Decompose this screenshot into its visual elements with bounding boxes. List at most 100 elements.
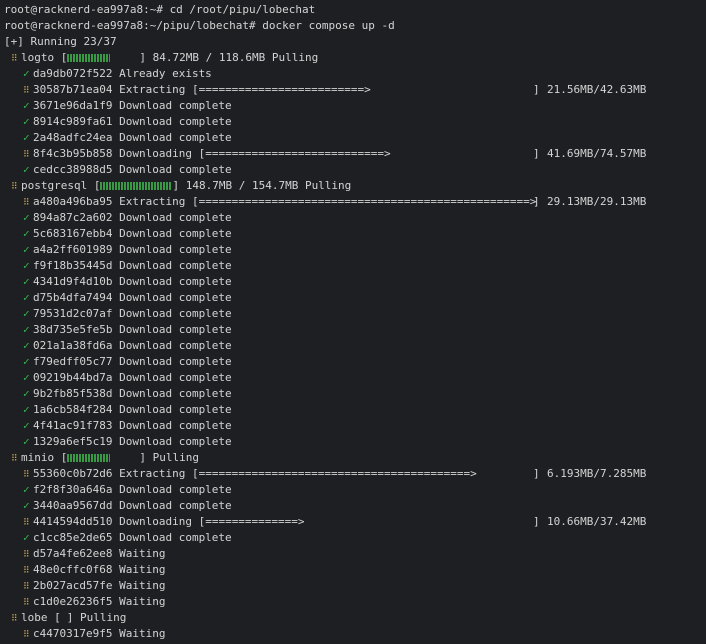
bar-end: ] bbox=[533, 83, 540, 96]
image-row: ⠿ lobe [] Pulling bbox=[4, 610, 706, 626]
layer-state: Download complete bbox=[119, 211, 232, 224]
layer-id: 48e0cffc0f68 bbox=[33, 563, 120, 576]
check-icon: ✓ bbox=[23, 275, 30, 288]
check-icon: ✓ bbox=[23, 339, 30, 352]
layer-row: ✓ cedcc38988d5 Download complete bbox=[4, 162, 706, 178]
layer-state: Download complete bbox=[119, 99, 232, 112]
layer-row: ⠿ c1d0e26236f5 Waiting bbox=[4, 594, 706, 610]
layer-state: Download complete bbox=[119, 259, 232, 272]
layer-id: da9db072f522 bbox=[33, 67, 120, 80]
layer-row: ✓ f9f18b35445d Download complete bbox=[4, 258, 706, 274]
layer-row: ✓ f2f8f30a646a Download complete bbox=[4, 482, 706, 498]
layer-state: Download complete bbox=[119, 163, 232, 176]
layer-id: 79531d2c07af bbox=[33, 307, 120, 320]
layer-id: 55360c0b72d6 bbox=[33, 467, 120, 480]
layer-progress-bar: [===========================> bbox=[191, 147, 391, 160]
layer-id: 3671e96da1f9 bbox=[33, 99, 120, 112]
layer-row: ⠿ 4414594dd510 Downloading [=============… bbox=[4, 514, 706, 530]
image-status: 148.7MB / 154.7MB Pulling bbox=[185, 179, 352, 192]
spinner-icon: ⠿ bbox=[23, 598, 30, 608]
check-icon: ✓ bbox=[23, 387, 30, 400]
layer-id: 09219b44bd7a bbox=[33, 371, 120, 384]
check-icon: ✓ bbox=[23, 99, 30, 112]
layer-state: Download complete bbox=[119, 403, 232, 416]
layer-state: Download complete bbox=[119, 307, 232, 320]
layer-row: ⠿ c4470317e9f5 Waiting bbox=[4, 626, 706, 642]
layer-row: ✓ 1a6cb584f284 Download complete bbox=[4, 402, 706, 418]
command-line: root@racknerd-ea997a8:~/pipu/lobechat# d… bbox=[4, 19, 395, 32]
bar-end: ] bbox=[533, 467, 540, 480]
layer-state: Download complete bbox=[119, 291, 232, 304]
check-icon: ✓ bbox=[23, 291, 30, 304]
layer-state: Download complete bbox=[119, 243, 232, 256]
bracket: ] bbox=[139, 51, 153, 64]
layer-row: ⠿ 8f4c3b95b858 Downloading [=============… bbox=[4, 146, 706, 162]
layer-id: c1cc85e2de65 bbox=[33, 531, 120, 544]
layer-state: Download complete bbox=[119, 115, 232, 128]
image-progress-bar bbox=[67, 454, 111, 462]
bracket: ] bbox=[139, 451, 153, 464]
layer-id: d75b4dfa7494 bbox=[33, 291, 120, 304]
layer-row: ✓ 3440aa9567dd Download complete bbox=[4, 498, 706, 514]
spinner-icon: ⠿ bbox=[11, 454, 18, 464]
layer-id: c4470317e9f5 bbox=[33, 627, 120, 640]
check-icon: ✓ bbox=[23, 163, 30, 176]
spinner-icon: ⠿ bbox=[23, 470, 30, 480]
terminal-window[interactable]: root@racknerd-ea997a8:~# cd /root/pipu/l… bbox=[0, 0, 706, 644]
layer-id: 4414594dd510 bbox=[33, 515, 120, 528]
layer-row: ✓ 09219b44bd7a Download complete bbox=[4, 370, 706, 386]
layer-id: cedcc38988d5 bbox=[33, 163, 120, 176]
image-name: minio bbox=[21, 451, 61, 464]
layer-row: ⠿ d57a4fe62ee8 Waiting bbox=[4, 546, 706, 562]
check-icon: ✓ bbox=[23, 227, 30, 240]
layer-state: Download complete bbox=[119, 355, 232, 368]
layer-state: Download complete bbox=[119, 387, 232, 400]
layer-row: ⠿ 55360c0b72d6 Extracting [==============… bbox=[4, 466, 706, 482]
layer-state: Download complete bbox=[119, 499, 232, 512]
bar-end: ] bbox=[533, 515, 540, 528]
layer-id: f9f18b35445d bbox=[33, 259, 120, 272]
layer-row: ⠿ 2b027acd57fe Waiting bbox=[4, 578, 706, 594]
layer-row: ✓ 1329a6ef5c19 Download complete bbox=[4, 434, 706, 450]
check-icon: ✓ bbox=[23, 243, 30, 256]
spinner-icon: ⠿ bbox=[23, 198, 30, 208]
layer-size: 10.66MB/37.42MB bbox=[547, 515, 647, 528]
layer-id: 2a48adfc24ea bbox=[33, 131, 120, 144]
spinner-icon: ⠿ bbox=[23, 582, 30, 592]
layer-id: 38d735e5fe5b bbox=[33, 323, 120, 336]
image-list: ⠿ logto [] 84.72MB / 118.6MB Pulling ✓ da9d… bbox=[4, 50, 706, 642]
command-line: root@racknerd-ea997a8:~# cd /root/pipu/l… bbox=[4, 3, 316, 16]
layer-row: ✓ 4341d9f4d10b Download complete bbox=[4, 274, 706, 290]
layer-id: d57a4fe62ee8 bbox=[33, 547, 120, 560]
check-icon: ✓ bbox=[23, 115, 30, 128]
layer-state: Download complete bbox=[119, 275, 232, 288]
check-icon: ✓ bbox=[23, 323, 30, 336]
layer-row: ✓ 9b2fb85f538d Download complete bbox=[4, 386, 706, 402]
check-icon: ✓ bbox=[23, 307, 30, 320]
layer-state: Download complete bbox=[119, 531, 232, 544]
running-status: [+] Running 23/37 bbox=[4, 35, 117, 48]
layer-row: ✓ 79531d2c07af Download complete bbox=[4, 306, 706, 322]
layer-progress-bar: [=======================================… bbox=[185, 467, 477, 480]
spinner-icon: ⠿ bbox=[23, 630, 30, 640]
layer-size: 6.193MB/7.285MB bbox=[547, 467, 647, 480]
bracket: [ bbox=[60, 451, 68, 464]
layer-id: 9b2fb85f538d bbox=[33, 387, 120, 400]
layer-size: 21.56MB/42.63MB bbox=[547, 83, 647, 96]
layer-id: 4f41ac91f783 bbox=[33, 419, 120, 432]
layer-state: Downloading bbox=[119, 147, 192, 160]
layer-state: Download complete bbox=[119, 435, 232, 448]
layer-state: Download complete bbox=[119, 227, 232, 240]
image-status: 84.72MB / 118.6MB Pulling bbox=[152, 51, 319, 64]
layer-state: Waiting bbox=[119, 563, 166, 576]
layer-row: ⠿ 30587b71ea04 Extracting [==============… bbox=[4, 82, 706, 98]
layer-id: 1329a6ef5c19 bbox=[33, 435, 120, 448]
check-icon: ✓ bbox=[23, 211, 30, 224]
image-progress-bar bbox=[100, 182, 173, 190]
layer-row: ✓ d75b4dfa7494 Download complete bbox=[4, 290, 706, 306]
image-status: Pulling bbox=[152, 451, 199, 464]
layer-state: Download complete bbox=[119, 339, 232, 352]
spinner-icon: ⠿ bbox=[23, 518, 30, 528]
layer-id: a4a2ff601989 bbox=[33, 243, 120, 256]
spinner-icon: ⠿ bbox=[11, 182, 18, 192]
